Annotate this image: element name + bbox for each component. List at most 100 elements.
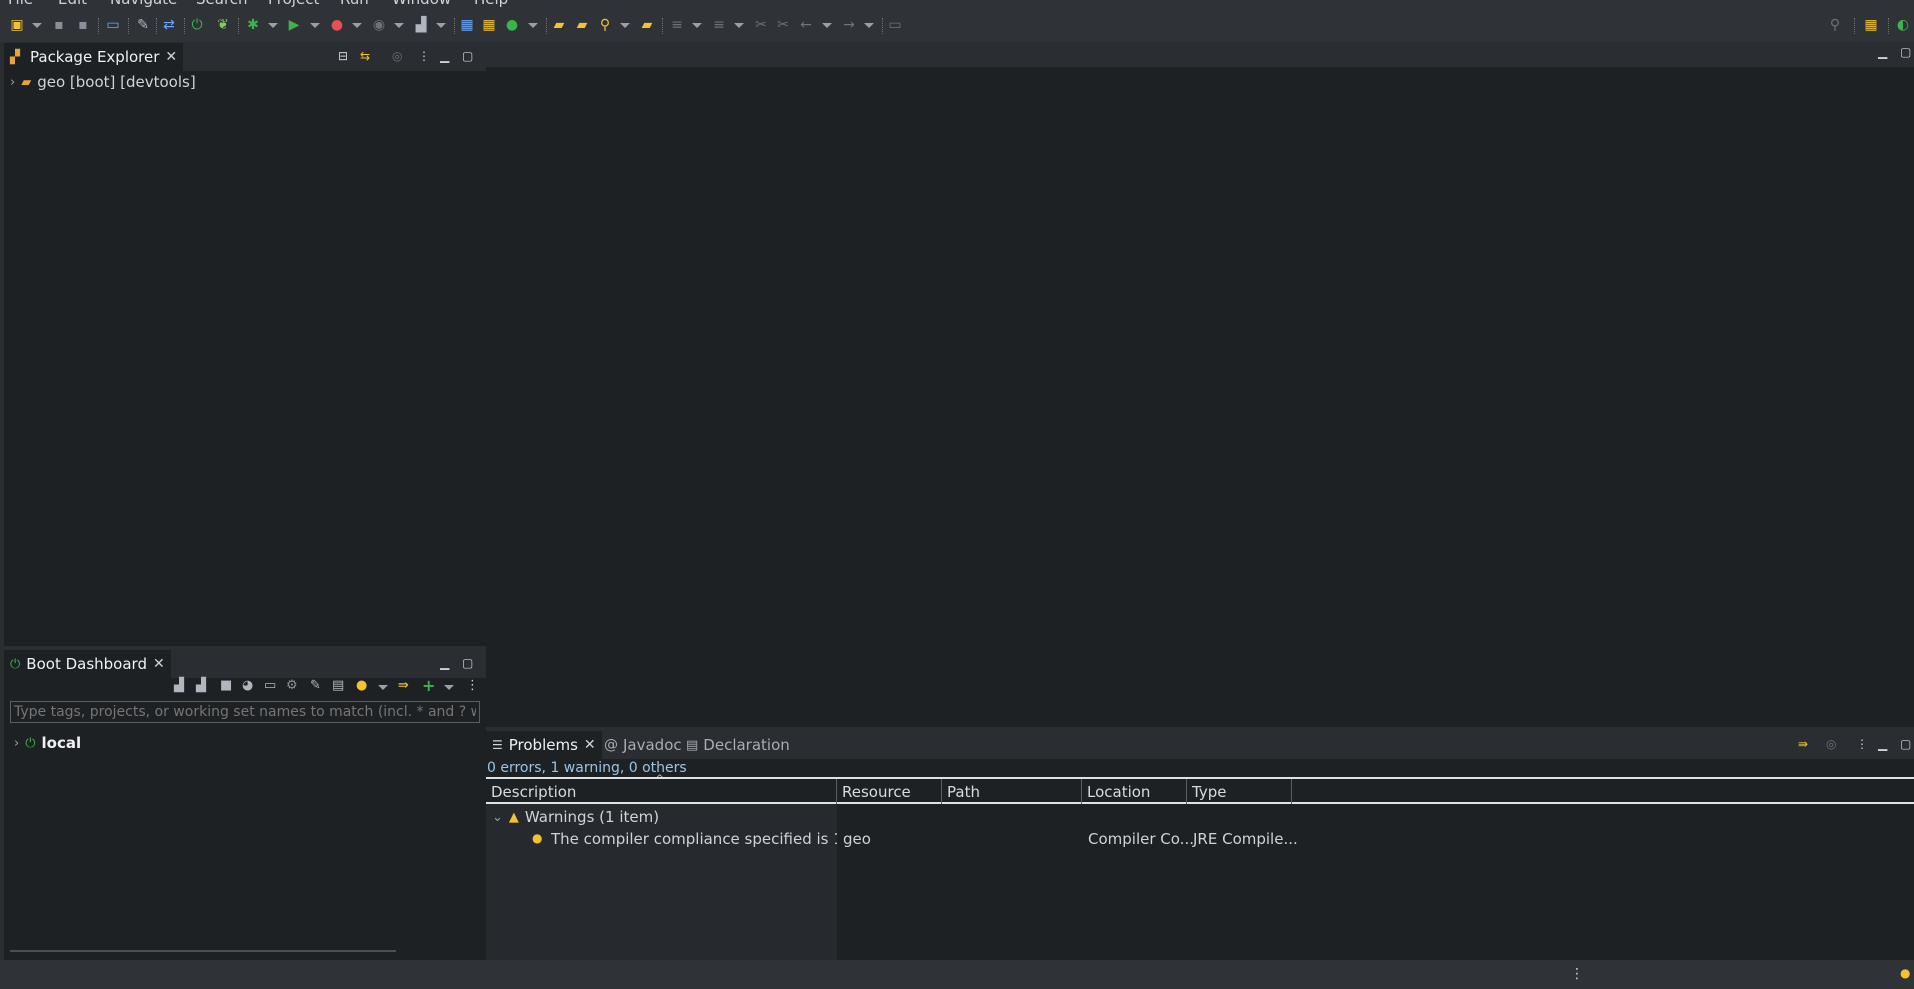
link-with-editor-icon[interactable]: ⇆ <box>360 49 370 63</box>
column-path[interactable]: Path <box>942 779 1082 805</box>
minimize-icon[interactable]: ▁ <box>440 49 449 63</box>
save-all-icon[interactable]: ▪ <box>74 16 92 34</box>
open-console-icon[interactable]: ▭ <box>264 678 276 693</box>
open-browser-icon[interactable]: ⚙ <box>286 678 298 693</box>
maximize-icon[interactable]: ▢ <box>1900 45 1911 59</box>
menu-window[interactable]: Window <box>392 0 451 8</box>
open-resource-icon[interactable]: ▰ <box>638 16 656 34</box>
view-menu-icon[interactable]: ⋮ <box>466 678 479 693</box>
status-menu-icon[interactable]: ⋮ <box>1570 966 1584 982</box>
search-dropdown-icon[interactable] <box>620 23 630 28</box>
filter-icon[interactable]: ⇛ <box>398 678 409 693</box>
menu-navigate[interactable]: Navigate <box>110 0 177 8</box>
table-row[interactable]: ● The compiler compliance specified is 1… <box>486 829 1914 851</box>
lightbulb-dropdown-icon[interactable] <box>378 685 388 690</box>
column-location[interactable]: Location <box>1082 779 1187 805</box>
column-resource[interactable]: Resource <box>837 779 942 805</box>
open-type-icon[interactable]: ▰ <box>550 16 568 34</box>
menu-search[interactable]: Search <box>196 0 248 8</box>
search-toolbar-icon[interactable]: ⚲ <box>596 16 614 34</box>
annotation-dropdown-icon[interactable] <box>692 23 702 28</box>
new-class-dropdown-icon[interactable] <box>528 23 538 28</box>
focus-icon[interactable]: ◎ <box>1826 737 1836 751</box>
menu-run[interactable]: Run <box>340 0 369 8</box>
toggle-ant-icon[interactable]: ⇄ <box>160 16 178 34</box>
debug-dropdown-icon[interactable] <box>268 23 278 28</box>
add-icon[interactable]: + <box>422 676 435 695</box>
maximize-icon[interactable]: ▢ <box>462 656 473 670</box>
menu-edit[interactable]: Edit <box>58 0 87 8</box>
filter-icon[interactable]: ⇛ <box>1798 737 1808 751</box>
debug-icon[interactable]: ✱ <box>244 16 262 34</box>
tab-problems[interactable]: ☰ Problems ✕ <box>486 731 602 759</box>
back-icon[interactable]: ← <box>797 16 815 34</box>
start-icon[interactable]: ▟ <box>174 678 184 693</box>
external-tools-dropdown-icon[interactable] <box>394 23 404 28</box>
annotation-icon[interactable]: ≡ <box>668 16 686 34</box>
coverage-dropdown-icon[interactable] <box>352 23 362 28</box>
menu-project[interactable]: Project <box>268 0 319 8</box>
spring-icon[interactable]: ❦ <box>214 16 232 34</box>
new-java-project-icon[interactable]: ▦ <box>458 16 476 34</box>
external-tools-icon[interactable]: ◉ <box>370 16 388 34</box>
warnings-group-row[interactable]: ⌄ ▲ Warnings (1 item) <box>492 806 659 828</box>
minimize-icon[interactable]: ▁ <box>1878 737 1887 751</box>
stop-icon[interactable]: ■ <box>220 678 232 693</box>
minimize-icon[interactable]: ▁ <box>1878 45 1887 59</box>
last-edit-icon[interactable]: ✂ <box>752 16 770 34</box>
close-icon[interactable]: ✕ <box>584 737 596 753</box>
new-class-icon[interactable]: ● <box>503 16 521 34</box>
horizontal-scrollbar[interactable] <box>10 950 396 952</box>
close-icon[interactable]: ✕ <box>165 49 177 65</box>
search-icon[interactable]: ⚲ <box>1826 16 1844 34</box>
debug-app-icon[interactable]: ◕ <box>242 678 253 693</box>
tip-icon[interactable]: ● <box>1900 966 1910 980</box>
menu-file[interactable]: File <box>8 0 33 8</box>
menu-help[interactable]: Help <box>474 0 508 8</box>
java-perspective-icon[interactable]: ◐ <box>1894 16 1912 34</box>
local-tree-item[interactable]: › ⏻ local <box>14 732 81 754</box>
minimize-icon[interactable]: ▁ <box>440 656 449 670</box>
lightbulb-icon[interactable]: ● <box>356 678 367 693</box>
properties-icon[interactable]: ▤ <box>332 678 344 693</box>
collapse-all-icon[interactable]: ⊟ <box>338 49 348 63</box>
maximize-icon[interactable]: ▢ <box>1900 737 1911 751</box>
chevron-right-icon[interactable]: › <box>14 736 19 751</box>
restart-icon[interactable]: ▟ <box>196 678 206 693</box>
filter-field[interactable] <box>10 701 480 723</box>
prev-annotation-dropdown-icon[interactable] <box>734 23 744 28</box>
skip-breakpoints-icon[interactable]: ✎ <box>134 16 152 34</box>
terminal-icon[interactable]: ▭ <box>104 16 122 34</box>
forward-dropdown-icon[interactable] <box>864 23 874 28</box>
open-perspective-icon[interactable]: ▦ <box>1862 16 1880 34</box>
chevron-down-icon[interactable]: ⌄ <box>492 810 503 825</box>
back-dropdown-icon[interactable] <box>822 23 832 28</box>
add-dropdown-icon[interactable] <box>444 685 454 690</box>
maximize-icon[interactable]: ▢ <box>462 49 473 63</box>
boot-dashboard-icon[interactable]: ⏻ <box>188 16 206 34</box>
tab-boot-dashboard[interactable]: ⏻ Boot Dashboard ✕ <box>4 650 171 678</box>
chevron-right-icon[interactable]: › <box>10 75 15 90</box>
hammer-icon[interactable]: ▟ <box>412 16 430 34</box>
prev-annotation-icon[interactable]: ≡ <box>710 16 728 34</box>
open-task-icon[interactable]: ▰ <box>573 16 591 34</box>
edit-icon[interactable]: ✎ <box>310 678 321 693</box>
run-icon[interactable]: ▶ <box>285 16 303 34</box>
tab-javadoc[interactable]: @ Javadoc <box>604 731 682 759</box>
pin-icon[interactable]: ✂ <box>774 16 792 34</box>
run-dropdown-icon[interactable] <box>310 23 320 28</box>
close-icon[interactable]: ✕ <box>153 656 165 672</box>
filter-input[interactable] <box>11 702 479 722</box>
tab-declaration[interactable]: ▤ Declaration <box>686 731 790 759</box>
coverage-icon[interactable]: ● <box>328 16 346 34</box>
new-dropdown-icon[interactable] <box>32 23 42 28</box>
focus-icon[interactable]: ◎ <box>392 49 402 63</box>
view-menu-icon[interactable]: ⋮ <box>418 49 430 63</box>
build-dropdown-icon[interactable] <box>436 23 446 28</box>
column-type[interactable]: Type <box>1187 779 1292 805</box>
new-package-icon[interactable]: ▦ <box>480 16 498 34</box>
project-tree-item[interactable]: › ▰ geo [boot] [devtools] <box>10 71 196 93</box>
tab-package-explorer[interactable]: ▞ Package Explorer ✕ <box>4 43 184 71</box>
view-menu-icon[interactable]: ⋮ <box>1856 737 1868 751</box>
save-icon[interactable]: ▪ <box>50 16 68 34</box>
